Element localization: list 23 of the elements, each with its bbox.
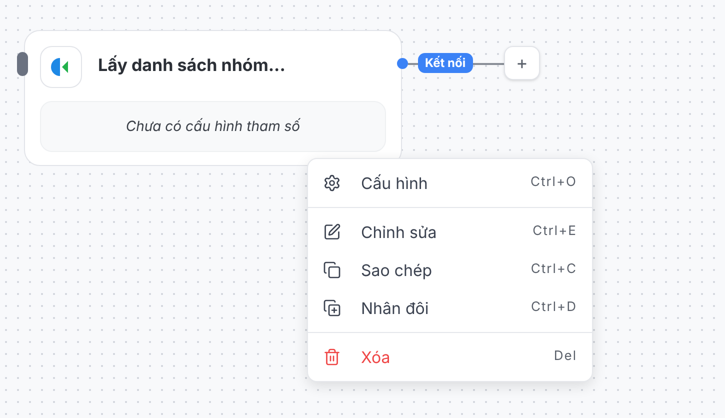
shortcut-text: Del [554,347,577,366]
connection-label: Kết nối [418,53,473,73]
input-handle[interactable] [17,52,28,76]
node-card[interactable]: Lấy danh sách nhóm... Chưa có cấu hình tham số [24,30,402,166]
node-title: Lấy danh sách nhóm... [98,54,286,78]
params-empty-text: Chưa có cấu hình tham số [126,117,300,137]
menu-item[interactable]: Xóa Del [308,338,592,376]
gear-icon [323,174,341,192]
shortcut-text: Ctrl+D [531,298,577,318]
trash-icon [323,348,341,366]
shortcut-text: Ctrl+C [530,260,577,280]
pencil-square-icon [323,223,341,241]
menu-item[interactable]: Chỉnh sửa Ctrl+E [308,213,592,251]
add-node-button[interactable]: + [504,46,540,80]
copy-plus-icon [323,299,341,317]
menu-item[interactable]: Cấu hình Ctrl+O [308,164,592,202]
app-logo-icon [40,46,82,88]
menu-item[interactable]: Nhân đôi Ctrl+D [308,289,592,327]
output-handle[interactable] [397,58,408,69]
shortcut-text: Ctrl+O [530,173,577,192]
shortcut-text: Ctrl+E [532,222,577,242]
copy-icon [323,261,341,279]
menu-item[interactable]: Sao chép Ctrl+C [308,251,592,289]
